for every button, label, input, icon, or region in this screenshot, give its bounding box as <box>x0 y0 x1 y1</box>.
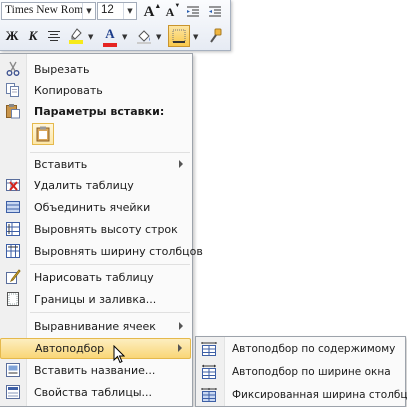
menu-item-label: Автоподбор <box>35 342 105 355</box>
clipboard-icon <box>36 126 50 142</box>
scissors-icon <box>6 61 20 76</box>
format-painter-button[interactable] <box>205 26 225 46</box>
menu-header-paste-options: Параметры вставки: <box>0 101 191 122</box>
mouse-pointer-icon <box>113 345 125 364</box>
italic-button[interactable]: К <box>23 26 43 46</box>
autofit-window-icon <box>202 364 216 379</box>
center-align-button[interactable] <box>44 26 64 46</box>
shrink-font-button[interactable]: A ▼ <box>160 2 181 22</box>
menu-item-label: Удалить таблицу <box>34 179 134 192</box>
menu-item-label: Объединить ячейки <box>34 201 151 214</box>
delete-table-icon <box>6 179 20 191</box>
chevron-down-icon[interactable]: ▼ <box>88 33 93 41</box>
menu-separator <box>30 264 190 265</box>
autofit-contents-icon <box>201 342 217 356</box>
italic-icon: К <box>28 28 38 43</box>
shading-button[interactable] <box>134 26 154 46</box>
font-color-button[interactable]: A <box>100 26 120 47</box>
menu-item-cut[interactable]: Вырезать <box>0 59 191 80</box>
submenu-item-fixed-column-width[interactable]: Фиксированная ширина столбца <box>196 384 407 406</box>
insert-caption-icon <box>6 363 20 377</box>
table-properties-icon <box>6 385 20 399</box>
menu-item-label: Вставить <box>34 158 88 171</box>
chevron-down-icon[interactable]: ▼ <box>123 3 136 19</box>
shrink-font-icon: A ▼ <box>165 2 181 19</box>
menu-item-cell-alignment[interactable]: Выравнивание ячеек <box>0 316 191 337</box>
submenu-item-autofit-window[interactable]: Автоподбор по ширине окна <box>196 361 405 383</box>
chevron-down-icon[interactable]: ▼ <box>156 33 161 41</box>
copy-icon <box>6 83 19 97</box>
menu-separator <box>30 152 190 153</box>
paint-bucket-icon <box>137 30 151 44</box>
submenu-item-label: Фиксированная ширина столбца <box>232 389 407 401</box>
font-color-icon: A <box>103 26 117 47</box>
menu-item-label: Нарисовать таблицу <box>34 271 154 284</box>
draw-table-icon <box>6 269 21 284</box>
context-menu: Вырезать Копировать Параметры вставки: В… <box>0 53 203 407</box>
paste-icon <box>6 104 20 119</box>
borders-button[interactable] <box>168 25 190 47</box>
chevron-down-icon[interactable]: ▼ <box>122 33 127 41</box>
font-size-value: 12 <box>101 4 114 16</box>
menu-item-label: Вырезать <box>34 63 90 76</box>
merge-cells-icon <box>6 201 20 213</box>
bold-icon: Ж <box>5 28 19 43</box>
menu-item-merge-cells[interactable]: Объединить ячейки <box>0 197 191 218</box>
increase-indent-icon <box>209 6 221 17</box>
menu-item-label: Выровнять ширину столбцов <box>34 245 203 258</box>
menu-item-table-properties[interactable]: Свойства таблицы... <box>0 382 191 403</box>
menu-item-distribute-columns[interactable]: Выровнять ширину столбцов <box>0 241 203 262</box>
mini-toolbar: Times New Rom ▼ 12 ▼ A ▲ A ▼ Ж К ▼ A ▼ ▼… <box>0 0 231 51</box>
menu-item-label: Границы и заливка... <box>34 293 157 306</box>
highlight-button[interactable] <box>66 26 86 46</box>
submenu-arrow-icon <box>179 160 183 168</box>
menu-item-distribute-rows[interactable]: Выровнять высоту строк <box>0 219 191 240</box>
menu-item-label: Выравнивание ячеек <box>34 320 156 333</box>
menu-item-copy[interactable]: Копировать <box>0 80 191 101</box>
menu-item-autofit[interactable]: Автоподбор <box>0 338 191 359</box>
menu-item-label: Свойства таблицы... <box>34 386 152 399</box>
paste-keep-formatting-button[interactable] <box>32 123 54 145</box>
fixed-column-width-icon <box>201 388 217 402</box>
format-painter-icon <box>210 28 222 43</box>
decrease-indent-button[interactable] <box>183 2 203 22</box>
increase-indent-button[interactable] <box>205 2 225 22</box>
submenu-arrow-icon <box>179 322 183 330</box>
submenu-arrow-icon <box>178 344 182 352</box>
autofit-submenu: Автоподбор по содержимому Автоподбор по … <box>195 336 407 407</box>
chevron-down-icon[interactable]: ▼ <box>82 3 95 19</box>
distribute-columns-icon <box>6 244 20 258</box>
grow-font-icon: A ▲ <box>143 1 162 20</box>
bold-button[interactable]: Ж <box>2 26 22 46</box>
menu-item-draw-table[interactable]: Нарисовать таблицу <box>0 267 191 288</box>
chevron-down-icon[interactable]: ▼ <box>193 33 198 41</box>
distribute-rows-icon <box>6 222 20 236</box>
submenu-item-autofit-contents[interactable]: Автоподбор по содержимому <box>196 338 405 360</box>
menu-item-borders-shading[interactable]: Границы и заливка... <box>0 289 191 310</box>
menu-separator <box>30 312 190 313</box>
menu-item-delete-table[interactable]: Удалить таблицу <box>0 175 191 196</box>
menu-item-insert-caption[interactable]: Вставить название... <box>0 360 191 381</box>
submenu-item-label: Автоподбор по ширине окна <box>232 366 391 378</box>
decrease-indent-icon <box>187 6 199 17</box>
paste-options-header: Параметры вставки: <box>34 105 165 118</box>
menu-item-label: Вставить название... <box>34 364 156 377</box>
highlighter-icon <box>69 28 83 44</box>
center-align-icon <box>48 31 60 41</box>
menu-item-label: Копировать <box>34 84 103 97</box>
font-name-combo[interactable]: Times New Rom ▼ <box>1 2 96 20</box>
font-name-value: Times New Rom <box>5 4 84 16</box>
submenu-item-label: Автоподбор по содержимому <box>232 343 396 355</box>
menu-item-label: Выровнять высоту строк <box>34 223 178 236</box>
borders-shading-icon <box>7 292 19 306</box>
menu-item-insert[interactable]: Вставить <box>0 154 191 175</box>
font-size-combo[interactable]: 12 ▼ <box>97 2 137 20</box>
grow-font-button[interactable]: A ▲ <box>139 1 162 22</box>
borders-icon <box>172 29 186 43</box>
